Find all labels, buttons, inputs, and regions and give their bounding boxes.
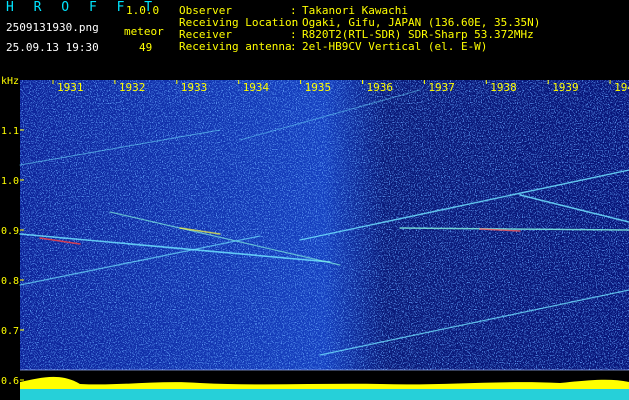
- file-name: 2509131930.png: [6, 21, 99, 34]
- freq-tick-label: 1.0: [1, 176, 19, 187]
- meteor-label: meteor: [124, 25, 164, 38]
- freq-tick-label: 0.7: [1, 326, 19, 337]
- baseline-signal: [20, 376, 629, 400]
- time-tick-label: 1937: [428, 81, 455, 94]
- header: H R O F F T 1.0.0 2509131930.png 25.09.1…: [0, 0, 629, 75]
- time-tick-label: 1935: [305, 81, 332, 94]
- time-tick-label: 1940: [614, 81, 629, 94]
- time-tick-label: 1933: [181, 81, 208, 94]
- freq-tick-label: 0.9: [1, 226, 19, 237]
- freq-tick-label: 1.1: [1, 126, 19, 137]
- time-tick-label: 1938: [490, 81, 517, 94]
- time-tick-label: 1936: [367, 81, 394, 94]
- spectrogram-noise-bright: [120, 80, 370, 370]
- freq-tick-label: 0.8: [1, 276, 19, 287]
- freq-tick-label: 0.6: [1, 376, 19, 387]
- freq-unit-label: kHz: [1, 76, 19, 87]
- app-version: 1.0.0: [126, 4, 160, 17]
- spectrogram: 1931 1932 1933 1934 1935 1936 1937 1938 1939 1940…: [1, 76, 629, 400]
- time-tick-label: 1931: [57, 81, 84, 94]
- time-tick-label: 1934: [243, 81, 270, 94]
- antenna-label: Receiving antenna: [179, 40, 292, 53]
- freq-labels: 1.1 1.0 0.9 0.8 0.7 0.6: [1, 126, 19, 387]
- time-tick-label: 1932: [119, 81, 145, 94]
- meteor-count: 49: [139, 41, 153, 54]
- baseline-cyan: [20, 389, 629, 400]
- antenna-value: 2el-HB9CV Vertical (el. E-W): [302, 40, 488, 53]
- time-tick-label: 1939: [552, 81, 579, 94]
- capture-datetime: 25.09.13 19:30: [6, 41, 99, 54]
